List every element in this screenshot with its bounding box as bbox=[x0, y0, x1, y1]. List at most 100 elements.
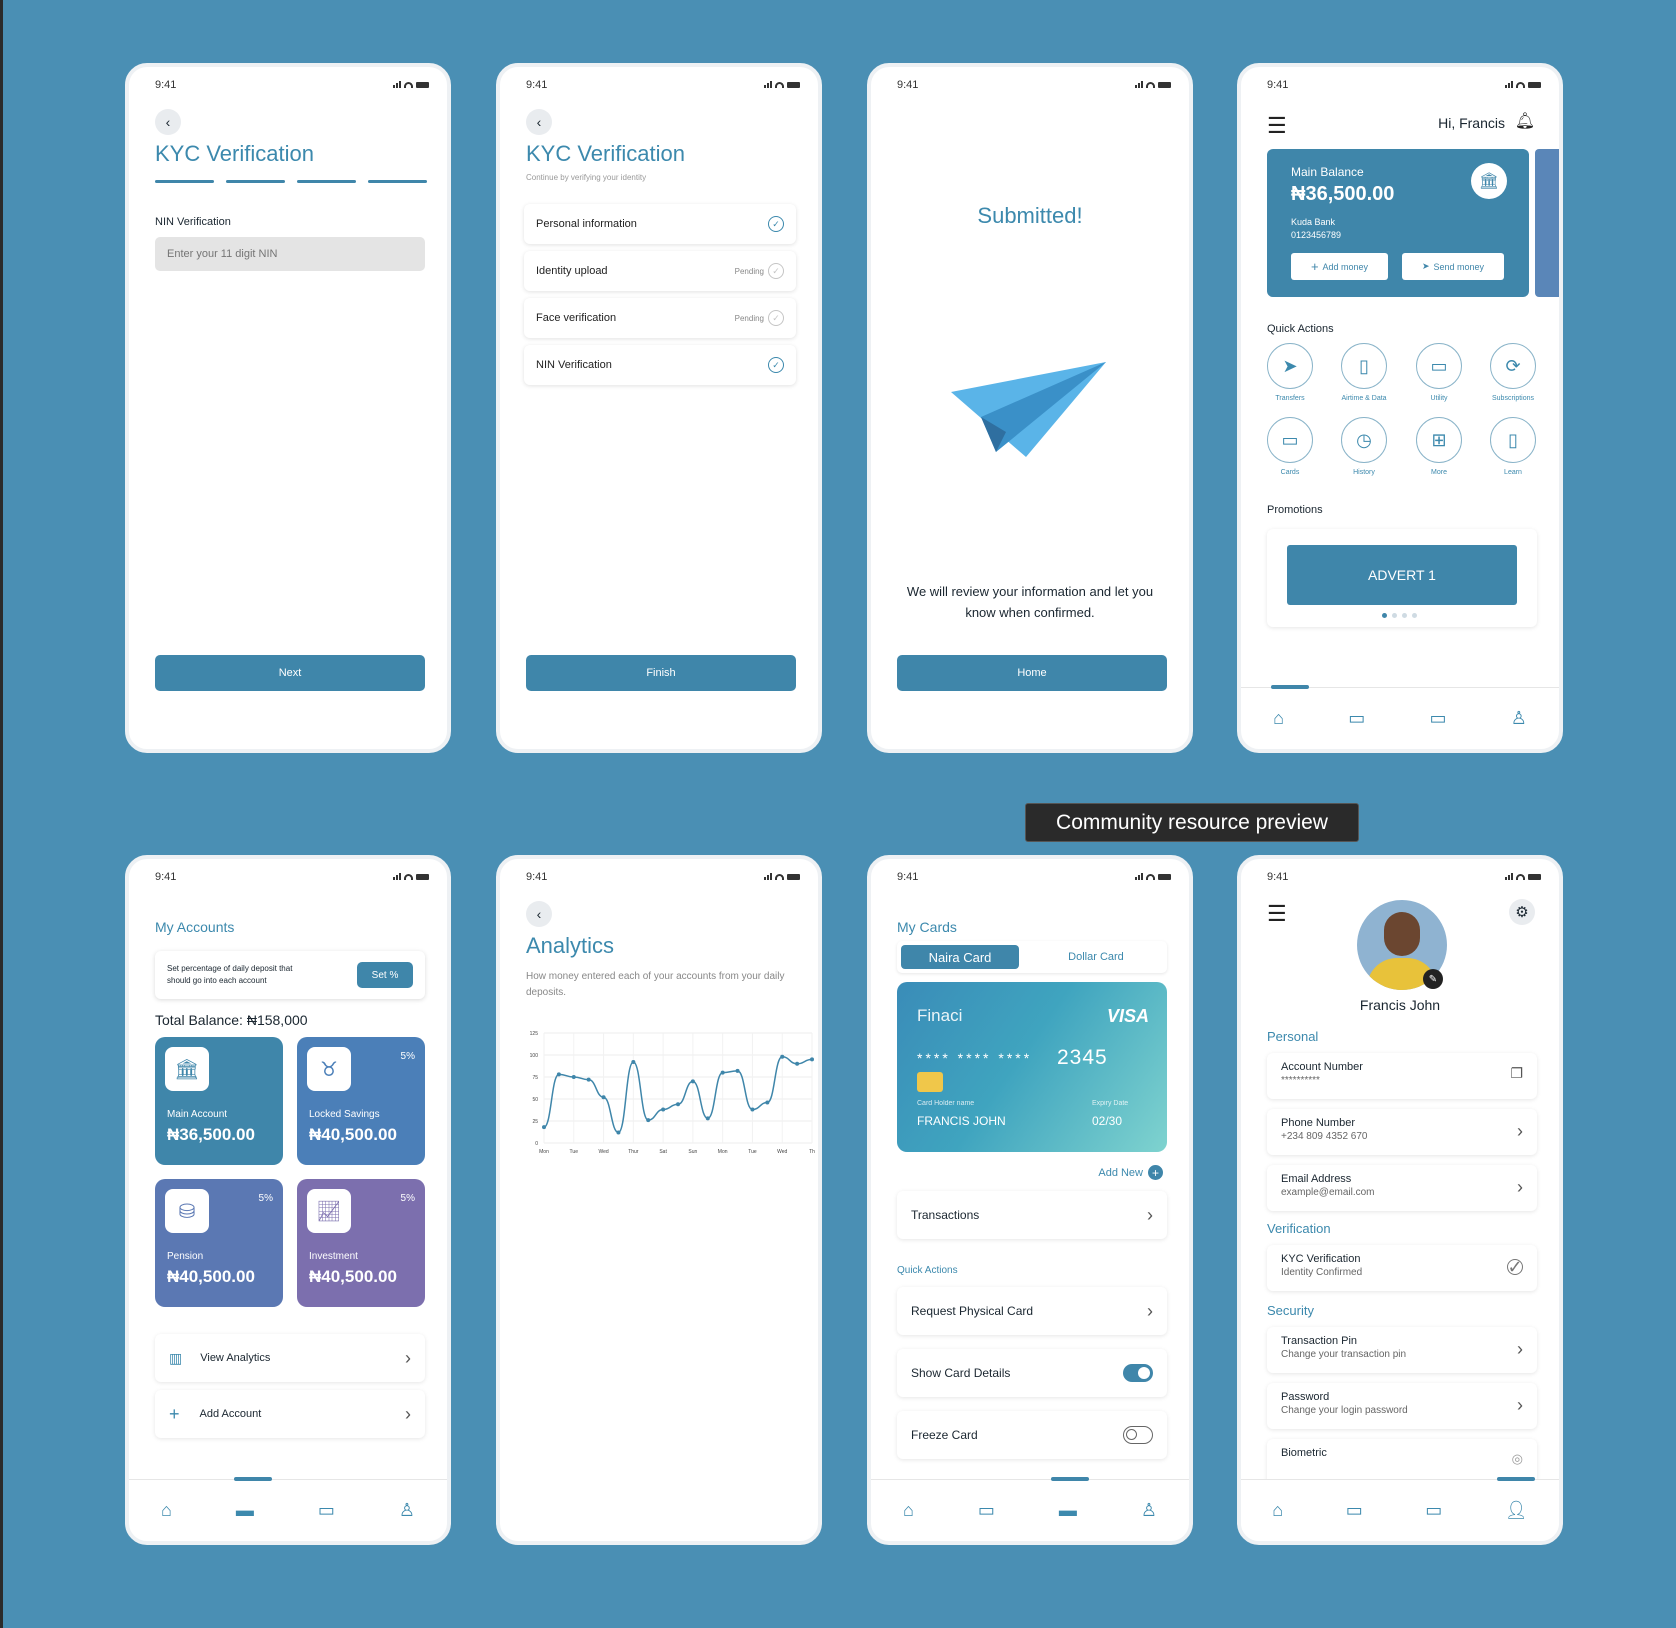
advert-banner[interactable]: ADVERT 1 bbox=[1287, 545, 1517, 605]
transfers-button[interactable]: ➤ bbox=[1267, 343, 1313, 389]
card-brand: Finaci bbox=[917, 1006, 963, 1025]
card-icon[interactable]: ▬ bbox=[1059, 1500, 1077, 1521]
wallet-icon[interactable]: ▭ bbox=[978, 1500, 995, 1521]
back-button[interactable]: ‹ bbox=[526, 901, 552, 927]
checklist-item[interactable]: Face verification Pending ✓ bbox=[524, 298, 796, 338]
freeze-toggle[interactable] bbox=[1123, 1426, 1153, 1444]
expiry-date: 02/30 bbox=[1092, 1114, 1123, 1128]
bell-icon[interactable]: 🔔︎ bbox=[1515, 111, 1535, 131]
nin-input[interactable] bbox=[155, 237, 425, 271]
next-button[interactable]: Next bbox=[155, 655, 425, 691]
data-point bbox=[720, 1070, 725, 1075]
bank-icon: 🏛︎ bbox=[165, 1047, 209, 1091]
menu-icon[interactable]: ☰ bbox=[1267, 113, 1287, 139]
wallet-icon[interactable]: ▭ bbox=[1346, 1500, 1363, 1521]
x-tick-label: Wed bbox=[598, 1149, 608, 1155]
bottom-nav: ⌂ ▭ ▬ ♙ bbox=[871, 1477, 1189, 1541]
card-last4: 2345 bbox=[1057, 1046, 1108, 1069]
bottom-nav: ⌂ ▭ ▭ ♙ bbox=[1241, 685, 1559, 749]
history-button[interactable]: ◷ bbox=[1341, 417, 1387, 463]
percent-badge: 5% bbox=[400, 1193, 415, 1204]
transactions-item[interactable]: Transactions › bbox=[897, 1191, 1167, 1239]
home-button[interactable]: Home bbox=[897, 655, 1167, 691]
back-button[interactable]: ‹ bbox=[155, 109, 181, 135]
avatar-head bbox=[1384, 912, 1420, 956]
home-icon[interactable]: ⌂ bbox=[161, 1500, 172, 1521]
profile-icon[interactable]: ♙ bbox=[399, 1500, 415, 1521]
back-button[interactable]: ‹ bbox=[526, 109, 552, 135]
cards-button[interactable]: ▭ bbox=[1267, 417, 1313, 463]
status-time: 9:41 bbox=[897, 79, 919, 91]
tab-naira-card[interactable]: Naira Card bbox=[901, 945, 1019, 969]
home-icon[interactable]: ⌂ bbox=[903, 1500, 914, 1521]
plus-icon: + bbox=[1310, 259, 1319, 274]
fingerprint-icon: ◎ bbox=[1511, 1451, 1523, 1466]
checklist-item[interactable]: Identity upload Pending ✓ bbox=[524, 251, 796, 291]
settings-icon[interactable]: ⚙︎ bbox=[1509, 899, 1535, 925]
copy-icon[interactable]: ❐ bbox=[1510, 1065, 1523, 1082]
kyc-item[interactable]: KYC Verification Identity Confirmed ✓ bbox=[1267, 1245, 1537, 1291]
transaction-pin-item[interactable]: Transaction Pin Change your transaction p… bbox=[1267, 1327, 1537, 1373]
chip-icon bbox=[917, 1072, 943, 1092]
main-account-card[interactable]: 🏛︎ Main Account ₦36,500.00 bbox=[155, 1037, 283, 1165]
x-tick-label: Wed bbox=[777, 1149, 787, 1155]
item-label: Email Address bbox=[1281, 1173, 1352, 1185]
locked-savings-card[interactable]: ♉︎ 5% Locked Savings ₦40,500.00 bbox=[297, 1037, 425, 1165]
data-point bbox=[616, 1130, 621, 1135]
home-icon[interactable]: ⌂ bbox=[1273, 708, 1284, 729]
wallet-icon[interactable]: ▭ bbox=[1348, 708, 1365, 729]
profile-icon[interactable]: ♙ bbox=[1511, 708, 1527, 729]
home-icon[interactable]: ⌂ bbox=[1272, 1500, 1283, 1521]
set-percent-button[interactable]: Set % bbox=[357, 962, 413, 988]
x-tick-label: Th bbox=[809, 1149, 815, 1155]
add-new-card[interactable]: Add New + bbox=[1098, 1165, 1163, 1180]
show-details-toggle[interactable] bbox=[1123, 1364, 1153, 1382]
profile-icon[interactable]: 👤︎ bbox=[1505, 1500, 1528, 1521]
account-number-item[interactable]: Account Number ********** ❐ bbox=[1267, 1053, 1537, 1099]
phone-number-item[interactable]: Phone Number +234 809 4352 670 › bbox=[1267, 1109, 1537, 1155]
more-button[interactable]: ⊞ bbox=[1416, 417, 1462, 463]
promotions-heading: Promotions bbox=[1267, 504, 1323, 516]
add-account-item[interactable]: + Add Account › bbox=[155, 1390, 425, 1438]
card-icon[interactable]: ▭ bbox=[1425, 1500, 1442, 1521]
send-icon: ➤ bbox=[1282, 355, 1298, 376]
account-label: Main Account bbox=[167, 1109, 228, 1120]
card-icon[interactable]: ▭ bbox=[318, 1500, 335, 1521]
learn-button[interactable]: ▯ bbox=[1490, 417, 1536, 463]
utility-button[interactable]: ▭ bbox=[1416, 343, 1462, 389]
analytics-line-chart: 1251007550250Mon Tue Wed Thur Sat Sun Mon Tue We… bbox=[530, 1031, 815, 1155]
page-title: KYC Verification bbox=[155, 141, 314, 166]
wallet-icon[interactable]: ▬ bbox=[236, 1500, 254, 1521]
request-card-item[interactable]: Request Physical Card › bbox=[897, 1287, 1167, 1335]
airtime-button[interactable]: ▯ bbox=[1341, 343, 1387, 389]
menu-icon[interactable]: ☰ bbox=[1267, 901, 1287, 927]
active-indicator bbox=[1051, 1477, 1089, 1481]
phone-icon: ▯ bbox=[1359, 355, 1369, 376]
tab-dollar-card[interactable]: Dollar Card bbox=[1037, 945, 1155, 969]
chevron-right-icon: › bbox=[1517, 1339, 1523, 1359]
account-number: 0123456789 bbox=[1291, 230, 1342, 240]
investment-card[interactable]: 📈︎ 5% Investment ₦40,500.00 bbox=[297, 1179, 425, 1307]
data-point bbox=[676, 1102, 680, 1107]
email-item[interactable]: Email Address example@email.com › bbox=[1267, 1165, 1537, 1211]
add-money-button[interactable]: + Add money bbox=[1291, 253, 1388, 280]
profile-icon[interactable]: ♙ bbox=[1141, 1500, 1157, 1521]
y-tick-label: 125 bbox=[530, 1031, 539, 1037]
pension-card[interactable]: ⛁ 5% Pension ₦40,500.00 bbox=[155, 1179, 283, 1307]
subscriptions-button[interactable]: ⟳ bbox=[1490, 343, 1536, 389]
chevron-left-icon: ‹ bbox=[165, 114, 171, 130]
send-money-button[interactable]: ➤ Send money bbox=[1402, 253, 1504, 280]
checklist-item[interactable]: Personal information ✓ bbox=[524, 204, 796, 244]
status-time: 9:41 bbox=[526, 871, 548, 883]
password-item[interactable]: Password Change your login password › bbox=[1267, 1383, 1537, 1429]
finish-button[interactable]: Finish bbox=[526, 655, 796, 691]
data-point bbox=[795, 1061, 800, 1066]
bar-chart-icon: ▥ bbox=[169, 1349, 183, 1366]
edit-avatar-button[interactable]: ✎ bbox=[1423, 969, 1443, 989]
view-analytics-item[interactable]: ▥ View Analytics › bbox=[155, 1334, 425, 1382]
checklist-item[interactable]: NIN Verification ✓ bbox=[524, 345, 796, 385]
action-label: More bbox=[1431, 469, 1447, 476]
card-icon[interactable]: ▭ bbox=[1429, 708, 1446, 729]
account-amount: ₦40,500.00 bbox=[309, 1125, 397, 1144]
status-icons bbox=[764, 81, 800, 88]
